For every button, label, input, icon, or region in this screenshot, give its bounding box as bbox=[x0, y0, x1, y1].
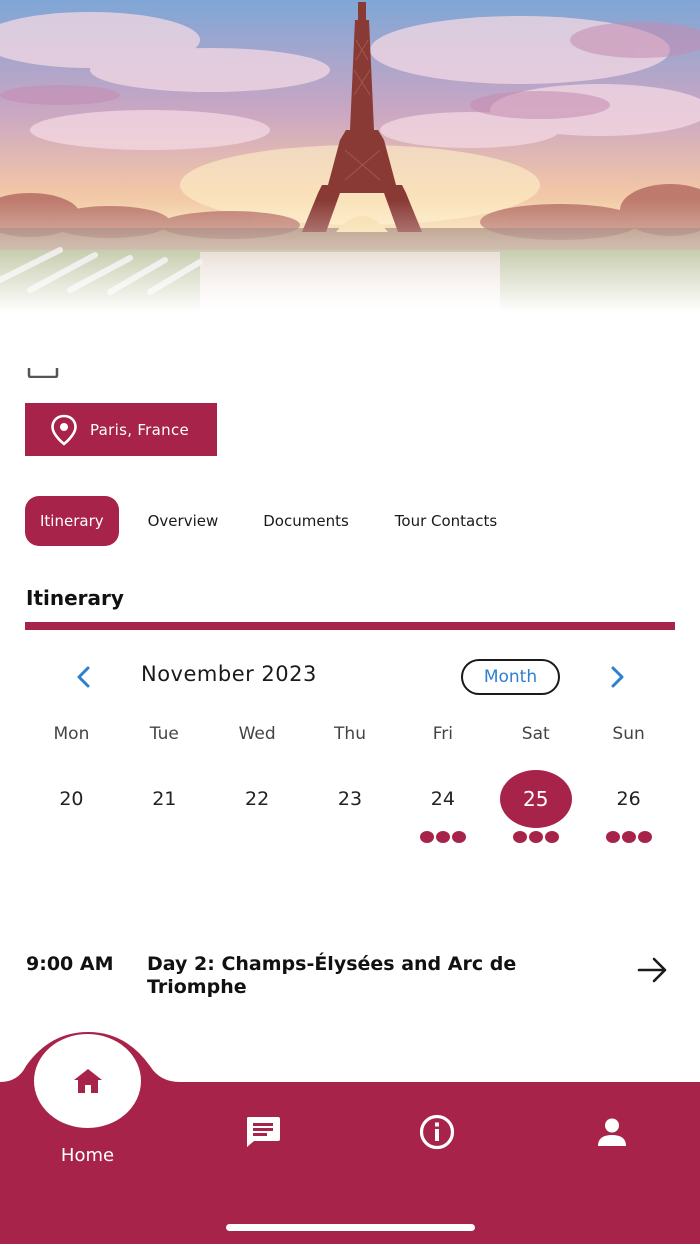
profile-icon[interactable] bbox=[593, 1114, 631, 1150]
home-indicator-bar bbox=[226, 1224, 475, 1231]
weekday-label: Sun bbox=[612, 724, 645, 744]
event-dots bbox=[419, 831, 466, 843]
tab-itinerary[interactable]: Itinerary bbox=[25, 496, 119, 546]
calendar-day[interactable]: 24 bbox=[407, 770, 479, 828]
itinerary-title[interactable]: Day 2: Champs-Élysées and Arc de Triomph… bbox=[147, 953, 617, 999]
calendar-month-title: November 2023 bbox=[141, 662, 317, 686]
event-dots bbox=[512, 831, 559, 843]
calendar-day[interactable]: 26 bbox=[593, 770, 665, 828]
tab-tour-contacts[interactable]: Tour Contacts bbox=[395, 496, 497, 546]
section-divider bbox=[25, 622, 675, 630]
event-indicators bbox=[25, 831, 675, 843]
section-title: Itinerary bbox=[26, 586, 124, 610]
arrow-right-icon[interactable] bbox=[636, 955, 670, 985]
weekday-label: Thu bbox=[334, 724, 366, 744]
map-pin-icon bbox=[51, 414, 77, 446]
event-dots bbox=[605, 831, 652, 843]
location-label: Paris, France bbox=[90, 420, 190, 439]
calendar-day[interactable]: 22 bbox=[221, 770, 293, 828]
home-tab-button[interactable] bbox=[34, 1034, 141, 1128]
calendar-view-toggle[interactable]: Month bbox=[461, 659, 560, 695]
message-icon[interactable] bbox=[244, 1114, 282, 1150]
weekday-label: Sat bbox=[521, 724, 550, 744]
chevron-right-icon[interactable] bbox=[604, 663, 630, 691]
home-icon bbox=[73, 1069, 102, 1093]
bookmark-icon[interactable] bbox=[27, 368, 59, 378]
weekday-label: Wed bbox=[238, 724, 276, 744]
tab-overview[interactable]: Overview bbox=[148, 496, 219, 546]
calendar-weekdays: Mon Tue Wed Thu Fri Sat Sun bbox=[25, 724, 675, 744]
location-button[interactable]: Paris, France bbox=[25, 403, 217, 456]
weekday-label: Fri bbox=[432, 724, 453, 744]
info-icon[interactable] bbox=[418, 1114, 456, 1150]
itinerary-time: 9:00 AM bbox=[26, 953, 114, 975]
home-tab-label: Home bbox=[60, 1145, 115, 1166]
calendar-week-row: 20 21 22 23 24 25 26 bbox=[25, 770, 675, 828]
weekday-label: Mon bbox=[53, 724, 90, 744]
calendar-day-selected[interactable]: 25 bbox=[499, 770, 572, 828]
calendar-day[interactable]: 23 bbox=[314, 770, 386, 828]
calendar-day[interactable]: 21 bbox=[128, 770, 200, 828]
weekday-label: Tue bbox=[149, 724, 179, 744]
tab-documents[interactable]: Documents bbox=[263, 496, 349, 546]
chevron-left-icon[interactable] bbox=[70, 663, 96, 691]
calendar-day[interactable]: 20 bbox=[35, 770, 107, 828]
tab-bar: Itinerary Overview Documents Tour Contac… bbox=[25, 496, 497, 546]
hero-image bbox=[0, 0, 700, 312]
